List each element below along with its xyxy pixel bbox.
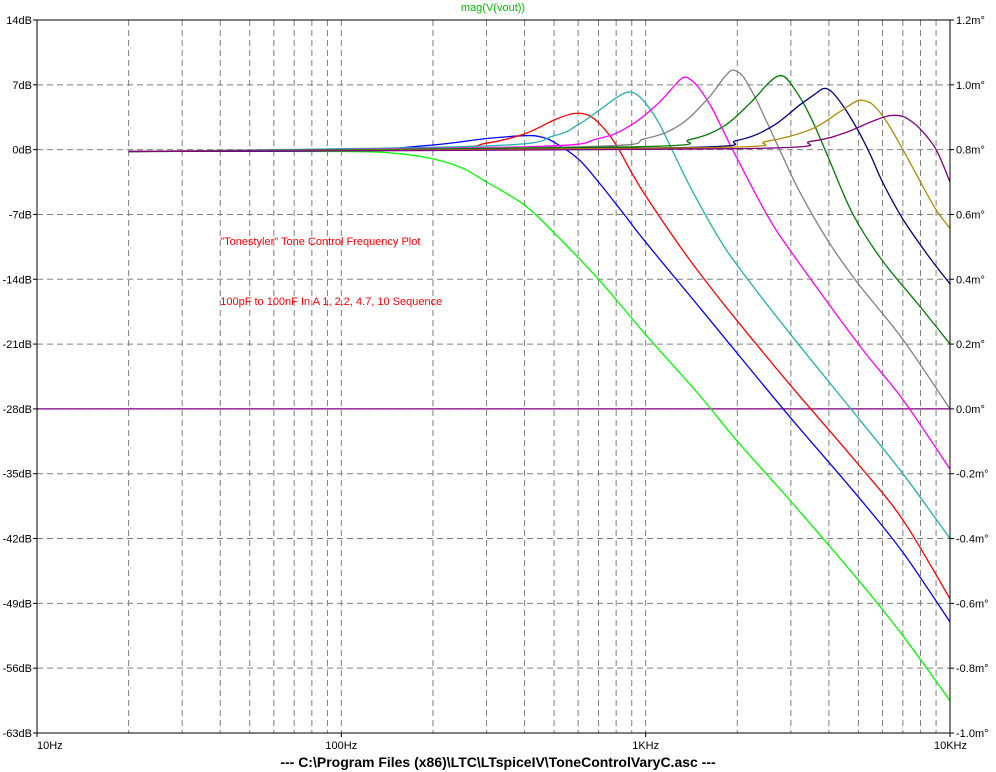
y2-tick-label: 0.0m°	[956, 404, 985, 416]
y2-tick-label: 0.6m°	[956, 209, 985, 221]
y2-tick-label: -0.4m°	[956, 534, 989, 546]
magnitude-trace-5	[128, 76, 951, 470]
x-tick-label: 10KHz	[934, 740, 967, 752]
x-tick-label: 100Hz	[325, 740, 357, 752]
y2-tick-label: 1.2m°	[956, 15, 985, 27]
y2-tick-label: -0.8m°	[956, 663, 989, 675]
y-tick-label: -56dB	[3, 663, 32, 675]
annotations: "Tonestyler" Tone Control Frequency Plot…	[220, 236, 442, 308]
magnitude-trace-3	[128, 112, 951, 600]
trace-title[interactable]: mag(V(vout))	[461, 2, 525, 14]
series-traces	[128, 69, 951, 701]
y2-tick-label: 0.8m°	[956, 145, 985, 157]
y2-tick-label: 0.2m°	[956, 339, 985, 351]
x-tick-label: 1KHz	[632, 740, 659, 752]
plot-annotation: 100pF to 100nF In A 1, 2.2, 4.7, 10 Sequ…	[220, 296, 442, 308]
y-tick-label: -7dB	[9, 209, 32, 221]
magnitude-trace-1	[128, 150, 951, 701]
y-tick-label: 14dB	[6, 15, 32, 27]
frequency-plot: mag(V(vout)) 14dB 7dB 0dB -7dB -14dB -21dB -28…	[3, 2, 989, 752]
plot-annotation: "Tonestyler" Tone Control Frequency Plot	[220, 236, 420, 248]
y2-tick-label: -1.0m°	[956, 728, 989, 740]
y-tick-label: -42dB	[3, 534, 32, 546]
y-tick-label: -35dB	[3, 469, 32, 481]
y-tick-label: 0dB	[12, 145, 32, 157]
y2-tick-label: -0.6m°	[956, 598, 989, 610]
y-tick-label: -21dB	[3, 339, 32, 351]
plot-frame	[36, 19, 951, 734]
y-tick-label: -28dB	[3, 404, 32, 416]
y-tick-label: -49dB	[3, 598, 32, 610]
schematic-path: --- C:\Program Files (x86)\LTC\LTspiceIV…	[280, 754, 716, 770]
y2-tick-label: -0.2m°	[956, 469, 989, 481]
magnitude-trace-9	[128, 99, 951, 229]
y2-tick-label: 1.0m°	[956, 80, 985, 92]
y-tick-label: 7dB	[12, 80, 32, 92]
magnitude-trace-8	[128, 87, 951, 285]
y2-tick-label: 0.4m°	[956, 274, 985, 286]
x-tick-label: 10Hz	[37, 740, 63, 752]
y-tick-label: -14dB	[3, 274, 32, 286]
y-tick-label: -63dB	[3, 728, 32, 740]
axes: 14dB 7dB 0dB -7dB -14dB -21dB -28dB -35dB -42dB -…	[3, 15, 989, 752]
magnitude-trace-4	[128, 91, 951, 539]
grid	[37, 20, 950, 733]
